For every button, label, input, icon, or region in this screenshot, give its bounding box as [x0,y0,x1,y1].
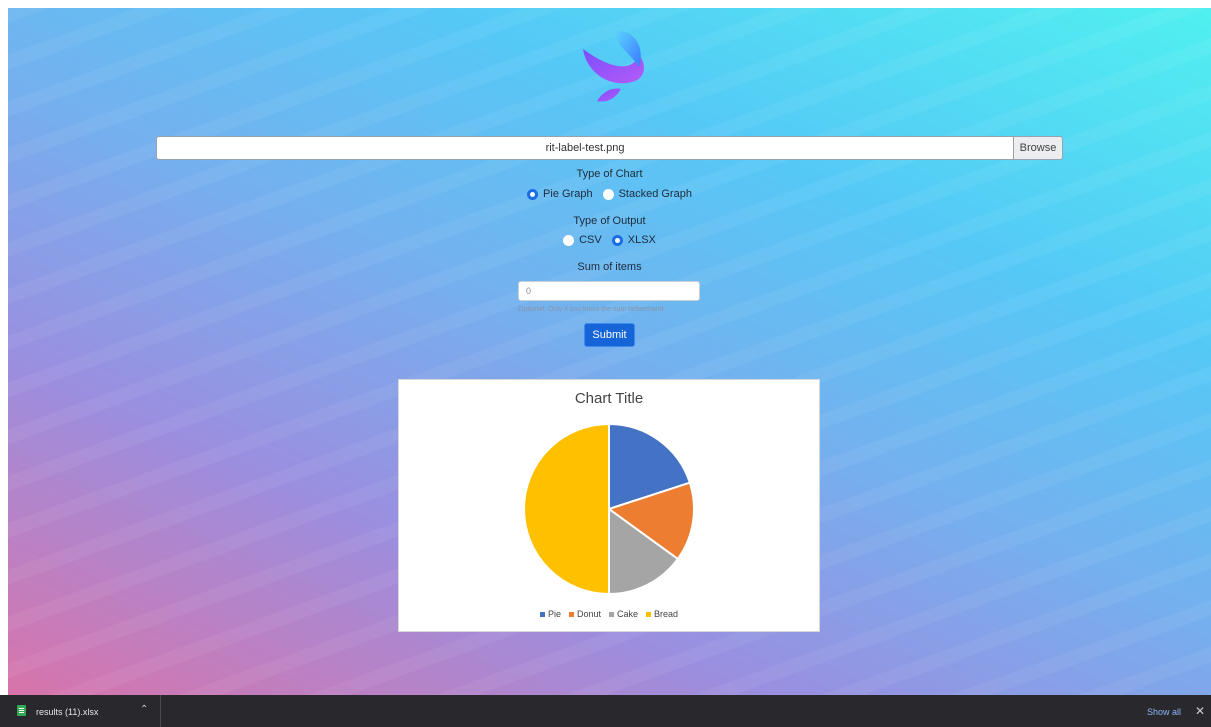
radio-pie-graph-label: Pie Graph [543,188,593,200]
legend-swatch [646,611,652,617]
legend-label: Donut [576,609,601,619]
app-logo-icon [583,31,644,102]
sum-input[interactable]: 0 [518,281,700,301]
output-type-radio-group: CSV XLSX [8,234,1211,246]
radio-stacked-graph-label: Stacked Graph [618,188,692,200]
file-name-field[interactable]: rit-label-test.png [156,136,1013,160]
sum-of-items-label: Sum of items [577,261,642,273]
legend-item-cake: Cake [609,609,638,619]
legend-item-bread: Bread [646,609,678,619]
browse-button[interactable]: Browse [1013,136,1063,160]
radio-csv-label: CSV [579,234,602,246]
radio-stacked-graph[interactable]: Stacked Graph [602,188,692,200]
radio-unchecked-icon[interactable] [602,188,614,200]
pie-slice-bread [523,422,610,596]
legend-swatch [609,611,614,617]
radio-xlsx[interactable]: XLSX [611,234,656,246]
output-type-label: Type of Output [573,215,646,227]
show-all-link[interactable]: Show all [1147,707,1181,717]
result-chart: Chart Title Pie Donut Cake Bread [398,379,820,632]
legend-item-pie: Pie [539,609,561,619]
file-upload-row: rit-label-test.png Browse [156,136,1063,160]
legend-label: Cake [617,609,639,619]
submit-button[interactable]: Submit [584,323,635,347]
close-icon[interactable]: ✕ [1195,704,1205,718]
app-background: rit-label-test.png Browse Type of Chart … [8,8,1211,695]
chart-legend: Pie Donut Cake Bread [399,609,819,619]
download-file-name: results (11).xlsx [36,707,99,717]
legend-swatch [539,611,545,617]
radio-checked-icon[interactable] [611,234,623,246]
radio-pie-graph[interactable]: Pie Graph [527,188,593,200]
radio-checked-icon[interactable] [527,188,539,200]
legend-item-donut: Donut [568,609,601,619]
chart-type-label: Type of Chart [576,168,643,180]
radio-csv[interactable]: CSV [563,234,602,246]
radio-xlsx-label: XLSX [627,234,656,246]
download-bar: results (11).xlsx ⌃ Show all ✕ [0,695,1211,727]
chart-title: Chart Title [574,390,644,407]
legend-swatch [568,611,574,617]
sum-hint-text: Optional: Only if you know the sum befor… [518,306,666,313]
legend-label: Pie [547,609,561,619]
download-item[interactable]: results (11).xlsx ⌃ [0,695,161,727]
spreadsheet-icon [17,705,26,716]
chart-type-radio-group: Pie Graph Stacked Graph [8,188,1211,200]
pie-chart [523,422,695,596]
legend-label: Bread [654,609,679,619]
radio-unchecked-icon[interactable] [563,234,575,246]
chevron-up-icon[interactable]: ⌃ [140,704,148,715]
